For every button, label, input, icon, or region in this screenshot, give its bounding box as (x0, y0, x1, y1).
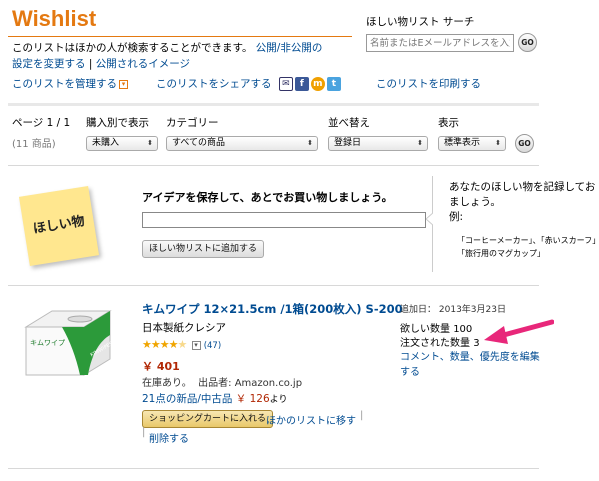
link-separator: | (360, 410, 364, 421)
list-visibility-description: このリストはほかの人が検索することができます。 公開/非公開の 設定を変更する … (12, 42, 323, 70)
desired-quantity: 欲しい数量 100 (400, 320, 472, 335)
idea-input[interactable] (142, 212, 426, 228)
select-arrows-icon: ⬍ (147, 139, 153, 147)
category-label: カテゴリー (166, 117, 219, 129)
offers-price: ￥ 126 (235, 393, 270, 405)
visibility-settings-link-2[interactable]: 設定を変更する (12, 58, 86, 70)
mail-icon[interactable]: ✉ (278, 77, 293, 91)
sticky-note-image: ほしい物 (18, 185, 100, 267)
view-filter-select[interactable]: 未購入 ⬍ (86, 136, 158, 151)
sort-label: 並べ替え (328, 117, 370, 129)
added-label: 追加日： (400, 305, 437, 315)
hint-examples: 「コーヒーメーカー」、「赤いスカーフ」 「旅行用のマグカップ」 (457, 236, 599, 258)
added-date-row: 追加日： 2013年3月23日 (400, 302, 506, 315)
move-to-list-link[interactable]: ほかのリストに移す (266, 412, 356, 427)
package-brand-text: キムワイプ (30, 339, 65, 347)
added-date: 2013年3月23日 (438, 305, 506, 315)
manage-list-link[interactable]: このリストを管理する ▾ (12, 76, 128, 91)
idea-heading: アイデアを保存して、あとでお買い物しましょう。 (142, 191, 393, 204)
section-divider (8, 285, 539, 286)
page-indicator: ページ 1 / 1 (12, 117, 71, 129)
view-filter-label: 購入別で表示 (86, 117, 149, 129)
item-count: (11 商品) (12, 139, 56, 150)
visibility-text: このリストはほかの人が検索することができます。 (12, 42, 253, 54)
display-select[interactable]: 標準表示 ⬍ (438, 136, 506, 151)
product-price: ￥ 401 (142, 360, 180, 373)
stock-status: 在庫あり。 (142, 378, 192, 389)
title-divider (8, 36, 352, 37)
category-select[interactable]: すべての商品 ⬍ (166, 136, 318, 151)
offers-row: 21点の新品/中古品 ￥ 126より (142, 391, 287, 406)
speech-pointer-icon (426, 212, 434, 226)
wishlist-search-label: ほしい物リスト サーチ (366, 16, 475, 28)
idea-hint-box: あなたのほしい物を記録してお ましょう。 例: 「コーヒーメーカー」、「赤いスカ… (426, 176, 599, 272)
select-arrows-icon: ⬍ (307, 139, 313, 147)
star-rating-icon[interactable]: ★★★★ (142, 338, 178, 351)
sort-select[interactable]: 登録日 ⬍ (328, 136, 428, 151)
search-go-button[interactable]: GO (518, 33, 537, 52)
link-separator: | (142, 427, 146, 438)
visibility-settings-link[interactable]: 公開/非公開の (256, 42, 323, 54)
hint-text: あなたのほしい物を記録してお ましょう。 例: (449, 181, 596, 223)
stock-info: 在庫あり。 出品者: Amazon.co.jp (142, 374, 302, 389)
page-title: Wishlist (12, 6, 97, 31)
ordered-value: 3 (473, 338, 480, 349)
chevron-down-icon[interactable]: ▾ (191, 340, 201, 350)
add-to-cart-button[interactable]: ショッピングカートに入れる (142, 410, 274, 428)
share-list-group: このリストをシェアする ✉ f m t (156, 76, 343, 91)
kimwipes-box-icon: キムワイプ KIMWIPES (24, 310, 114, 376)
chevron-down-icon[interactable]: ▾ (119, 79, 128, 89)
select-arrows-icon: ⬍ (417, 139, 423, 147)
select-arrows-icon: ⬍ (495, 139, 501, 147)
twitter-icon[interactable]: t (326, 77, 341, 91)
delete-link[interactable]: 削除する (149, 430, 189, 445)
display-label: 表示 (438, 117, 459, 129)
toolbar-go-button[interactable]: GO (515, 134, 534, 153)
section-divider (8, 468, 539, 469)
ordered-label: 注文された数量 (400, 338, 470, 349)
offers-link[interactable]: 21点の新品/中古品 (142, 393, 232, 405)
review-count-link[interactable]: (47) (204, 341, 221, 351)
wishlist-search-input[interactable] (366, 34, 514, 52)
facebook-icon[interactable]: f (294, 77, 309, 91)
product-image[interactable]: キムワイプ KIMWIPES (22, 305, 114, 379)
rating-row[interactable]: ★★★★★ ▾ (47) (142, 338, 221, 351)
section-divider (8, 165, 539, 166)
seller-info: 出品者: Amazon.co.jp (198, 378, 303, 389)
ordered-quantity: 注文された数量 3 (400, 334, 480, 349)
product-brand: 日本製紙クレシア (142, 322, 226, 334)
share-list-link[interactable]: このリストをシェアする (156, 78, 272, 90)
add-to-wishlist-button[interactable]: ほしい物リストに追加する (142, 240, 265, 258)
print-list-link[interactable]: このリストを印刷する (376, 76, 481, 91)
offers-suffix: より (269, 395, 288, 405)
public-image-link[interactable]: 公開されるイメージ (96, 58, 190, 70)
mixi-icon[interactable]: m (310, 77, 325, 91)
half-star-icon: ★ (177, 338, 187, 351)
edit-item-link[interactable]: コメント、数量、優先度を編集 する (400, 350, 540, 380)
list-toolbar (8, 103, 539, 163)
product-title-link[interactable]: キムワイプ 12×21.5cm /1箱(200枚入) S-200 (142, 301, 403, 317)
annotation-arrow-icon (484, 319, 554, 344)
